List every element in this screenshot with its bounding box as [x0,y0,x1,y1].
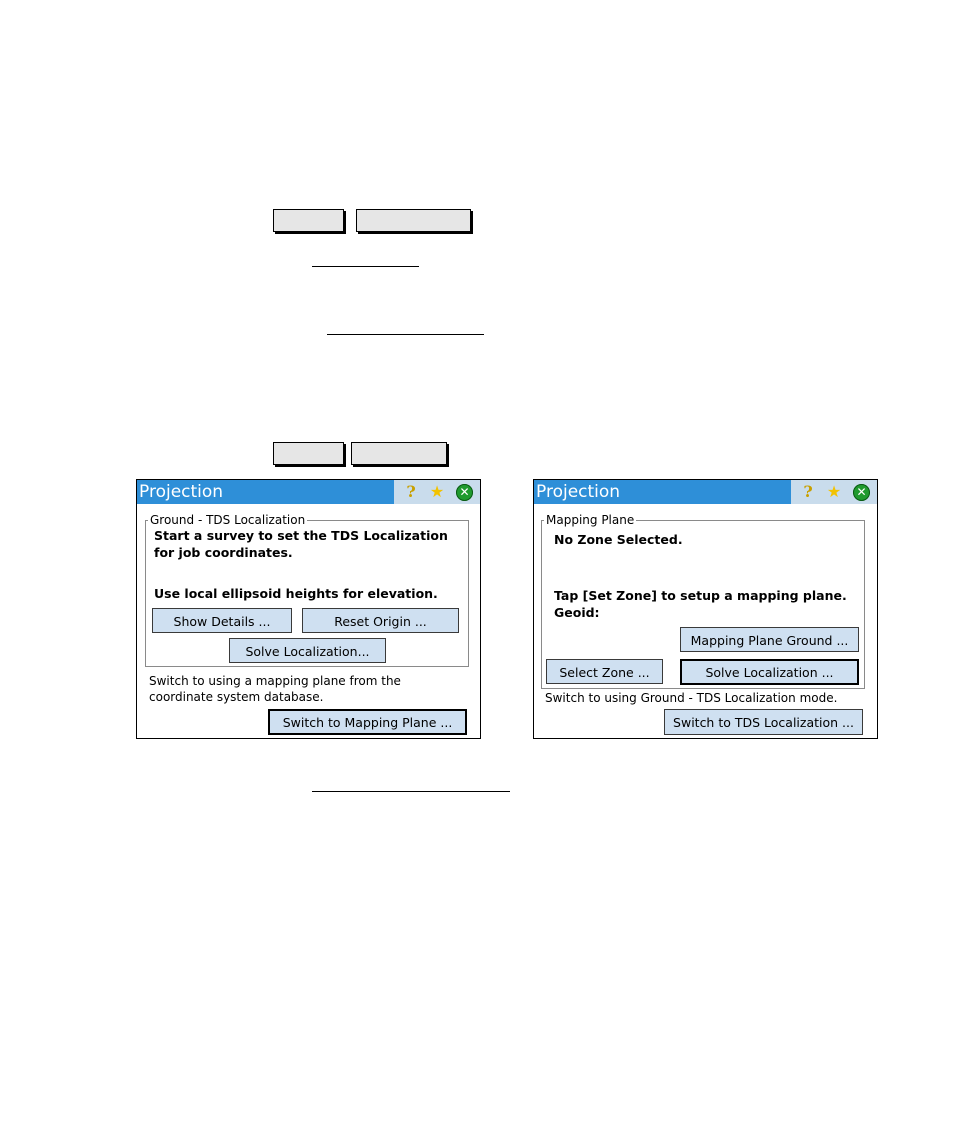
info-line-3: Use local ellipsoid heights for elevatio… [154,586,438,601]
title-icon-group: ? ★ ✕ [394,480,480,504]
projection-dialog-tds: Projection ? ★ ✕ Ground - TDS Localizati… [136,479,481,739]
close-icon[interactable]: ✕ [456,484,473,501]
solve-localization-button[interactable]: Solve Localization... [229,638,386,663]
title-bar: Projection ? ★ ✕ [534,480,877,504]
close-icon[interactable]: ✕ [853,484,870,501]
underline-2 [327,334,484,335]
geoid-label: Geoid: [554,605,600,620]
mapping-plane-ground-button[interactable]: Mapping Plane Ground ... [680,627,859,652]
setup-instruction: Tap [Set Zone] to setup a mapping plane. [554,588,847,603]
underline-1 [312,266,419,267]
title-bar: Projection ? ★ ✕ [137,480,480,504]
group-label: Mapping Plane [544,512,637,528]
projection-dialog-mapping-plane: Projection ? ★ ✕ Mapping Plane No Zone S… [533,479,878,739]
help-icon[interactable]: ? [402,483,420,501]
switch-description-line-1: Switch to using a mapping plane from the [149,674,401,688]
group-ground-tds-localization: Ground - TDS Localization Start a survey… [145,512,469,667]
softkey-graphic-4 [351,442,447,465]
info-line-1: Start a survey to set the TDS Localizati… [154,528,448,543]
dialog-title: Projection [536,482,621,502]
favorites-star-icon[interactable]: ★ [428,483,446,501]
select-zone-button[interactable]: Select Zone ... [546,659,663,684]
reset-origin-button[interactable]: Reset Origin ... [302,608,459,633]
group-mapping-plane: Mapping Plane No Zone Selected. Tap [Set… [541,512,865,689]
switch-description: Switch to using Ground - TDS Localizatio… [545,691,838,705]
help-icon[interactable]: ? [799,483,817,501]
softkey-graphic-3 [273,442,344,465]
switch-to-mapping-plane-button[interactable]: Switch to Mapping Plane ... [268,709,467,735]
softkey-graphic-2 [356,209,471,232]
title-icon-group: ? ★ ✕ [791,480,877,504]
switch-description-line-2: coordinate system database. [149,690,324,704]
solve-localization-button[interactable]: Solve Localization ... [680,659,859,685]
info-line-2: for job coordinates. [154,545,293,560]
show-details-button[interactable]: Show Details ... [152,608,292,633]
zone-status: No Zone Selected. [554,532,683,547]
group-label: Ground - TDS Localization [148,512,308,528]
dialog-title: Projection [139,482,224,502]
switch-to-tds-localization-button[interactable]: Switch to TDS Localization ... [664,709,863,735]
softkey-graphic-1 [273,209,344,232]
favorites-star-icon[interactable]: ★ [825,483,843,501]
underline-3 [312,791,510,792]
